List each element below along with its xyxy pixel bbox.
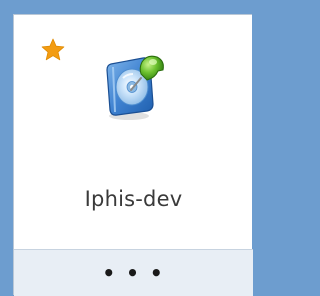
pinned-disc-icon (97, 44, 171, 124)
app-card[interactable]: Iphis-dev • • • (13, 14, 253, 296)
more-options-bar[interactable]: • • • (14, 249, 253, 296)
more-options-icon[interactable]: • • • (14, 250, 253, 296)
star-icon[interactable] (40, 37, 66, 63)
app-title[interactable]: Iphis-dev (14, 187, 253, 211)
